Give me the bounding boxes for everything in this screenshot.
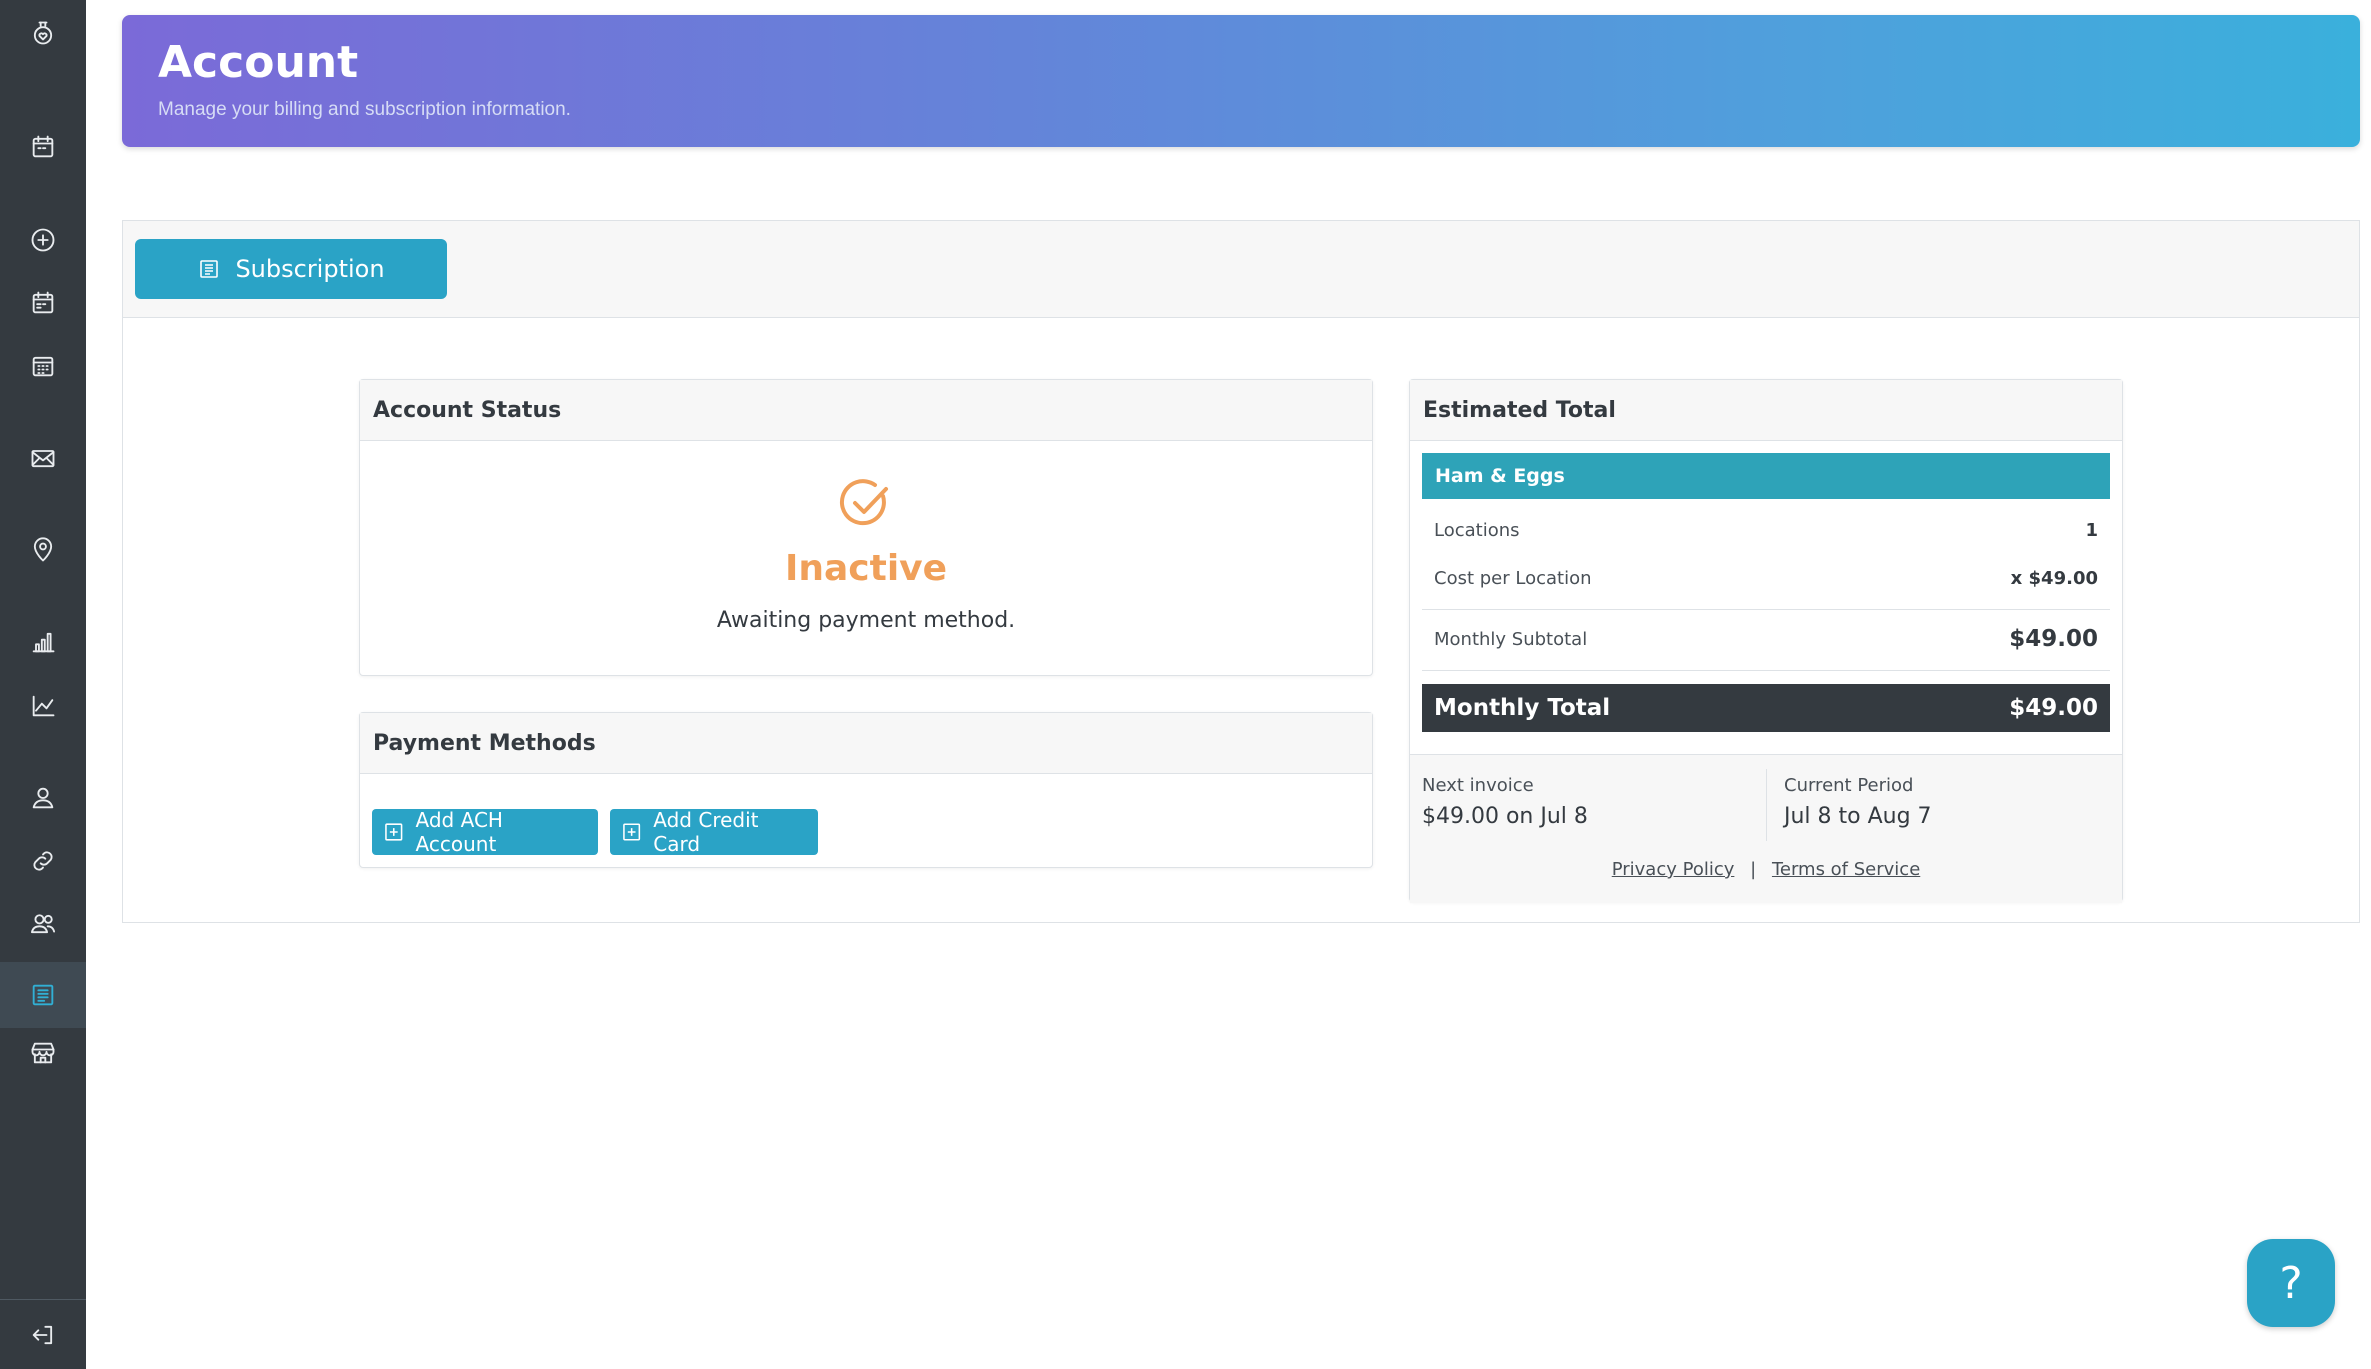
- locations-value: 1: [2085, 519, 2098, 541]
- divider: [1766, 769, 1767, 841]
- plus-square-icon: [385, 823, 403, 841]
- next-invoice-value: $49.00 on Jul 8: [1422, 804, 1588, 829]
- monthly-subtotal-value: $49.00: [2009, 626, 2098, 652]
- user-icon[interactable]: [0, 772, 86, 824]
- add-ach-account-label: Add ACH Account: [415, 808, 503, 856]
- tab-subscription-label: Subscription: [235, 255, 385, 283]
- tab-subscription[interactable]: Subscription: [135, 239, 447, 299]
- tab-bar: Subscription: [123, 221, 2359, 318]
- terms-of-service-link[interactable]: Terms of Service: [1772, 859, 1920, 880]
- account-status-message: Awaiting payment method.: [716, 608, 1016, 633]
- legal-links: Privacy Policy | Terms of Service: [1410, 859, 2122, 880]
- next-invoice-label: Next invoice: [1422, 775, 1534, 796]
- account-status-heading: Account Status: [360, 380, 1372, 441]
- cost-per-location-row: Cost per Location x $49.00: [1422, 554, 2110, 602]
- cost-per-location-label: Cost per Location: [1434, 567, 1592, 589]
- monthly-subtotal-row: Monthly Subtotal $49.00: [1422, 615, 2110, 663]
- monthly-subtotal-label: Monthly Subtotal: [1434, 628, 1588, 650]
- page-header-banner: Account Manage your billing and subscrip…: [122, 15, 2360, 147]
- link-icon[interactable]: [0, 835, 86, 887]
- sidebar: [0, 0, 86, 1369]
- next-invoice: Next invoice $49.00 on Jul 8: [1422, 775, 1588, 829]
- divider: [1422, 670, 2110, 671]
- divider: [1422, 609, 2110, 610]
- add-icon[interactable]: [0, 214, 86, 266]
- plan-name: Ham & Eggs: [1422, 453, 2110, 499]
- account-status-value: Inactive: [784, 548, 948, 589]
- estimated-total-panel: Estimated Total Ham & Eggs Locations 1 C…: [1409, 379, 2123, 903]
- app-logo-icon[interactable]: [0, 7, 86, 59]
- monthly-total-label: Monthly Total: [1434, 695, 1611, 721]
- billing-icon[interactable]: [0, 962, 86, 1028]
- current-period-label: Current Period: [1784, 775, 1914, 796]
- account-status-panel: Account Status Inactive Awaiting payment…: [359, 379, 1373, 676]
- cost-per-location-value: x $49.00: [2010, 567, 2098, 589]
- monthly-total-row: Monthly Total $49.00: [1422, 684, 2110, 732]
- page-title: Account: [158, 37, 359, 88]
- add-ach-account-button[interactable]: Add ACH Account: [372, 808, 598, 856]
- calendar-grid-icon[interactable]: [0, 340, 86, 392]
- mail-icon[interactable]: [0, 432, 86, 484]
- logout-icon[interactable]: [0, 1299, 86, 1369]
- store-icon[interactable]: [0, 1027, 86, 1079]
- bar-chart-icon[interactable]: [0, 616, 86, 668]
- privacy-policy-link[interactable]: Privacy Policy: [1612, 859, 1735, 880]
- link-separator: |: [1750, 859, 1757, 880]
- help-button[interactable]: ?: [2247, 1239, 2335, 1327]
- account-card: Subscription Account Status Inactive Awa…: [122, 220, 2360, 923]
- payment-methods-panel: Payment Methods Add ACH Account Add Cred…: [359, 712, 1373, 868]
- plus-square-icon: [623, 823, 641, 841]
- calendar-events-icon[interactable]: [0, 277, 86, 329]
- locations-row: Locations 1: [1422, 506, 2110, 554]
- locations-label: Locations: [1434, 519, 1520, 541]
- location-pin-icon[interactable]: [0, 524, 86, 576]
- check-circle-icon: [837, 476, 893, 532]
- billing-icon: [200, 260, 219, 278]
- line-chart-icon[interactable]: [0, 680, 86, 732]
- page-subtitle: Manage your billing and subscription inf…: [158, 99, 571, 120]
- estimated-total-heading: Estimated Total: [1410, 380, 2122, 441]
- current-period: Current Period Jul 8 to Aug 7: [1784, 775, 1932, 829]
- add-credit-card-button[interactable]: Add Credit Card: [610, 808, 818, 856]
- add-credit-card-label: Add Credit Card: [653, 808, 759, 856]
- invoice-footer: Next invoice $49.00 on Jul 8 Current Per…: [1410, 754, 2122, 903]
- help-icon: ?: [2279, 1257, 2303, 1309]
- calendar-icon[interactable]: [0, 121, 86, 173]
- current-period-value: Jul 8 to Aug 7: [1784, 804, 1932, 829]
- payment-methods-heading: Payment Methods: [360, 713, 1372, 774]
- monthly-total-value: $49.00: [2009, 695, 2098, 721]
- users-icon[interactable]: [0, 898, 86, 950]
